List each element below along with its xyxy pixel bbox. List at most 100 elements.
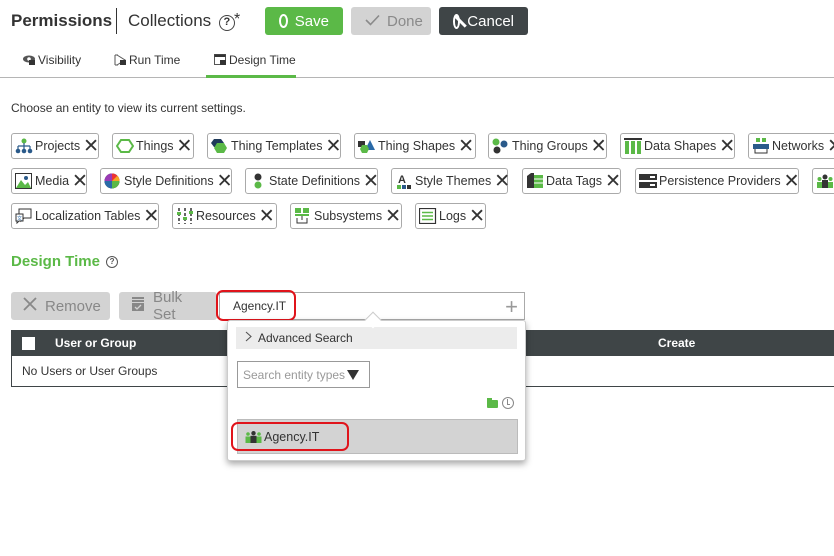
section-title-text: Design Time (11, 253, 100, 270)
chip-projects[interactable]: Projects ✕ (11, 133, 99, 159)
highlight-annotation (216, 290, 296, 321)
section-title: Design Time ? (11, 253, 119, 270)
remove-label: Remove (45, 297, 101, 315)
remove-button[interactable]: Remove (11, 292, 110, 320)
chip-networks[interactable]: Networks ✕ (748, 133, 834, 159)
title-divider (116, 8, 117, 34)
remove-chip-icon[interactable]: ✕ (469, 207, 485, 226)
chip-persistence-providers[interactable]: Persistence Providers ✕ (635, 168, 800, 194)
remove-chip-icon[interactable]: ✕ (177, 137, 193, 156)
style-definitions-icon (104, 173, 122, 189)
caret-down-icon (347, 370, 360, 380)
chip-media[interactable]: Media ✕ (11, 168, 88, 194)
folder-icon[interactable] (487, 398, 498, 408)
remove-chip-icon[interactable]: ✕ (143, 207, 159, 226)
chip-resources[interactable]: Resources ✕ (172, 203, 277, 229)
entity-type-select[interactable]: Search entity types (237, 361, 370, 388)
bulk-set-icon (131, 297, 145, 315)
design-time-lock-icon (214, 54, 227, 66)
remove-chip-icon[interactable]: ✕ (385, 207, 401, 226)
chip-data-shapes[interactable]: Data Shapes ✕ (620, 133, 735, 159)
chip-label: State Definitions (269, 174, 361, 188)
page-subtitle: Collections ? (128, 11, 235, 31)
user-groups-icon (816, 173, 834, 189)
tab-label: Visibility (38, 53, 82, 67)
chip-state-definitions[interactable]: State Definitions ✕ (245, 168, 379, 194)
select-all-checkbox[interactable] (22, 337, 35, 350)
save-button[interactable]: Save (265, 7, 343, 35)
bulk-set-button[interactable]: Bulk Set (119, 289, 217, 323)
things-icon (115, 138, 135, 154)
advanced-search-label: Advanced Search (258, 331, 353, 345)
tab-label: Design Time (229, 53, 296, 67)
chip-label: Things (136, 139, 174, 153)
subtitle-text: Collections (128, 11, 212, 30)
help-icon[interactable]: ? (106, 256, 119, 268)
tab-design-time[interactable]: Design Time (214, 52, 296, 68)
media-icon (15, 173, 33, 189)
chip-style-definitions[interactable]: Style Definitions ✕ (100, 168, 233, 194)
chip-label: Style Themes (415, 174, 492, 188)
chip-label: Thing Shapes (378, 139, 456, 153)
chevron-right-icon (245, 331, 252, 345)
remove-chip-icon[interactable]: ✕ (827, 137, 834, 156)
done-label: Done (387, 12, 423, 30)
remove-chip-icon[interactable]: ✕ (326, 137, 342, 156)
cancel-button[interactable]: Cancel (439, 7, 528, 35)
tab-visibility[interactable]: Visibility (23, 52, 81, 68)
ban-icon (453, 13, 461, 29)
remove-chip-icon[interactable]: ✕ (363, 172, 379, 191)
projects-icon (15, 138, 33, 154)
remove-chip-icon[interactable]: ✕ (719, 137, 735, 156)
chip-label: Thing Groups (512, 139, 588, 153)
remove-chip-icon[interactable]: ✕ (591, 137, 607, 156)
clock-icon[interactable] (502, 397, 514, 409)
chip-label: Logs (439, 209, 467, 223)
run-time-lock-icon (114, 54, 127, 66)
column-user-or-group[interactable]: User or Group (55, 336, 136, 350)
data-shapes-icon (624, 138, 642, 154)
empty-message: No Users or User Groups (22, 364, 158, 378)
remove-chip-icon[interactable]: ✕ (458, 137, 474, 156)
persistence-providers-icon (639, 173, 657, 189)
check-icon (365, 13, 380, 30)
highlight-annotation (231, 422, 349, 451)
remove-chip-icon[interactable]: ✕ (494, 172, 510, 191)
tab-label: Run Time (129, 53, 181, 67)
column-create[interactable]: Create (658, 336, 695, 350)
resources-icon (176, 208, 194, 224)
tab-bar: Visibility Run Time Design Time (0, 44, 834, 78)
remove-chip-icon[interactable]: ✕ (784, 172, 800, 191)
advanced-search-toggle[interactable]: Advanced Search (236, 327, 517, 349)
chip-user-groups[interactable] (812, 168, 834, 194)
localization-tables-icon: 文 (15, 208, 33, 225)
svg-text:文: 文 (17, 215, 22, 222)
done-button[interactable]: Done (351, 7, 431, 35)
x-icon (23, 297, 37, 315)
chip-thing-shapes[interactable]: Thing Shapes ✕ (354, 133, 476, 159)
style-themes-icon: A (395, 173, 413, 189)
state-definitions-icon (249, 173, 267, 189)
page-title: Permissions (11, 11, 113, 30)
chip-style-themes[interactable]: A Style Themes ✕ (391, 168, 510, 194)
chip-label: Style Definitions (124, 174, 214, 188)
chip-localization-tables[interactable]: 文 Localization Tables ✕ (11, 203, 159, 229)
remove-chip-icon[interactable]: ✕ (259, 207, 275, 226)
subsystems-icon (294, 208, 312, 224)
chip-thing-groups[interactable]: Thing Groups ✕ (488, 133, 607, 159)
remove-chip-icon[interactable]: ✕ (217, 172, 233, 191)
remove-chip-icon[interactable]: ✕ (83, 137, 99, 156)
chip-label: Projects (35, 139, 81, 153)
add-icon[interactable]: + (505, 294, 518, 320)
chip-data-tags[interactable]: Data Tags ✕ (522, 168, 621, 194)
help-icon[interactable]: ? (218, 15, 235, 31)
chip-subsystems[interactable]: Subsystems ✕ (290, 203, 402, 229)
tab-run-time[interactable]: Run Time (114, 52, 180, 68)
chip-label: Networks (772, 139, 825, 153)
circle-icon (279, 14, 288, 28)
chip-logs[interactable]: Logs ✕ (415, 203, 486, 229)
remove-chip-icon[interactable]: ✕ (72, 172, 88, 191)
remove-chip-icon[interactable]: ✕ (605, 172, 621, 191)
chip-things[interactable]: Things ✕ (112, 133, 194, 159)
chip-thing-templates[interactable]: Thing Templates ✕ (207, 133, 341, 159)
